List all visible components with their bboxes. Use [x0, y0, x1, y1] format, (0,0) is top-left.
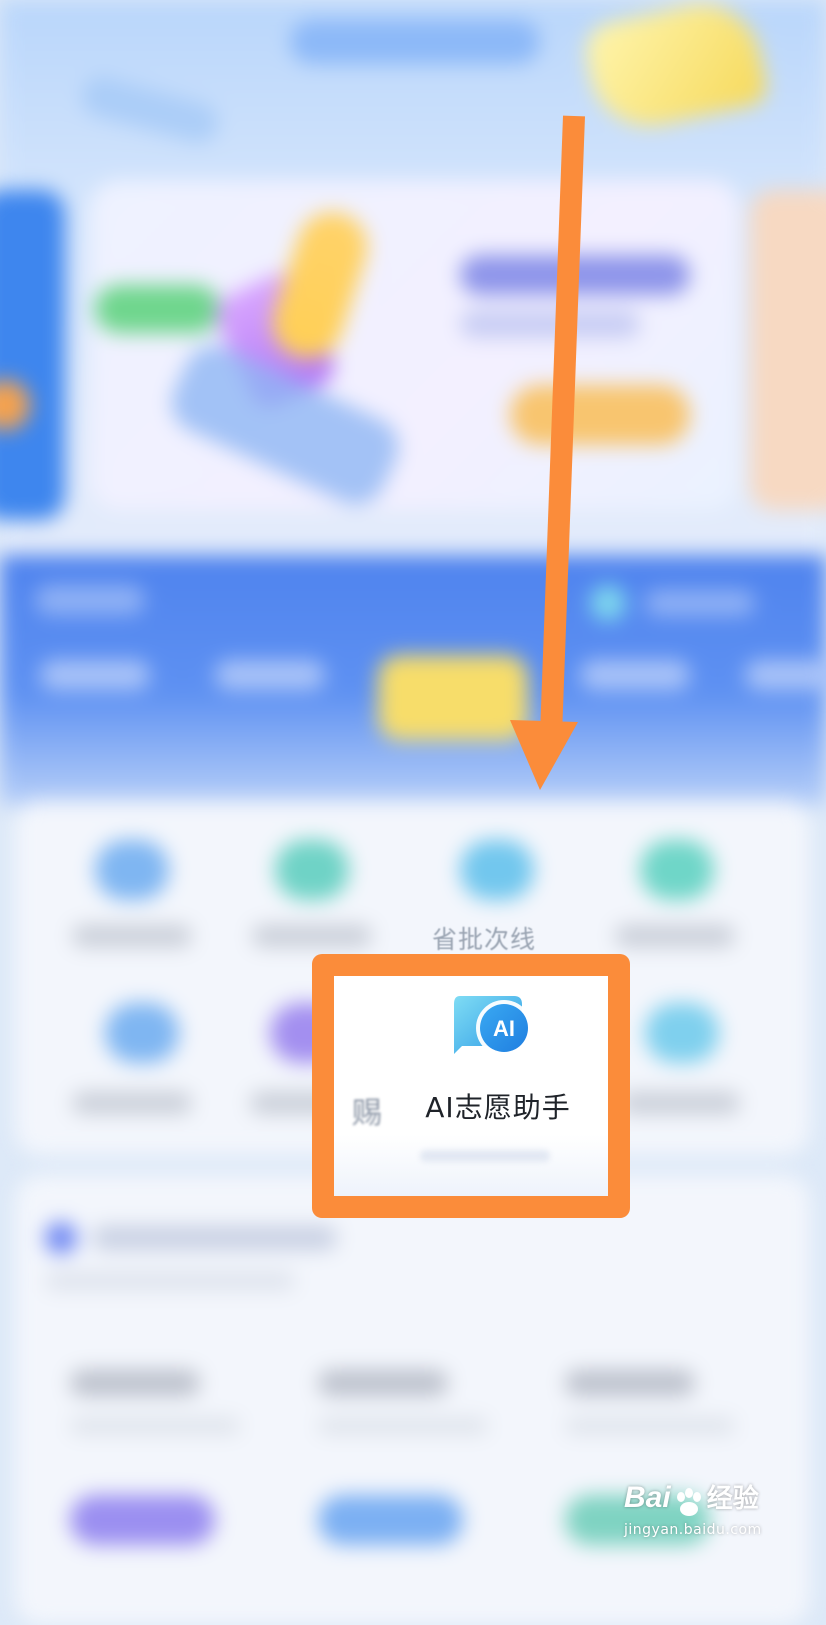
watermark-url: jingyan.baidu.com	[624, 1521, 762, 1538]
grid-item-4-label	[615, 925, 735, 947]
tab-5[interactable]	[745, 660, 826, 690]
banner-decoration-green	[95, 285, 220, 333]
banner-subline-shape	[460, 310, 640, 338]
grid-item-2-icon[interactable]	[275, 840, 349, 900]
baidu-paw-icon	[676, 1487, 701, 1516]
banner-cta-button[interactable]	[510, 385, 690, 445]
grid-item-3-label: 省批次线	[432, 925, 537, 954]
highlight-frame	[312, 954, 630, 1218]
score-label[interactable]	[645, 590, 755, 616]
score-icon	[590, 585, 626, 621]
tab-1[interactable]	[40, 660, 150, 690]
banner-prev-slide[interactable]	[0, 190, 65, 520]
grid-item-5-icon[interactable]	[105, 1003, 179, 1063]
grid-item-4-icon[interactable]	[640, 840, 714, 900]
recommend-col-2-sub	[318, 1418, 488, 1434]
recommend-col-1-title	[70, 1370, 200, 1396]
tab-active[interactable]	[378, 655, 528, 740]
recommend-col-3-sub	[565, 1418, 735, 1434]
grid-item-8-icon[interactable]	[645, 1003, 719, 1063]
grid-item-1-icon[interactable]	[95, 840, 169, 900]
banner-card[interactable]	[90, 180, 740, 510]
recommend-col-1-button[interactable]	[70, 1495, 215, 1545]
grid-item-3-icon[interactable]	[460, 840, 534, 900]
banner-next-slide[interactable]	[750, 190, 826, 510]
baidu-watermark: Bai 经验 jingyan.baidu.com	[624, 1478, 784, 1538]
watermark-brand: Bai	[624, 1481, 671, 1514]
grid-item-8-label	[620, 1092, 740, 1114]
recommend-col-2-button[interactable]	[318, 1495, 463, 1545]
region-selector[interactable]	[35, 585, 145, 615]
recommend-icon	[45, 1222, 77, 1254]
grid-item-2-label	[252, 925, 372, 947]
blurred-background	[0, 0, 826, 1625]
grid-item-5-label	[72, 1092, 192, 1114]
grid-item-1-label	[72, 925, 192, 947]
watermark-brand-suffix: 经验	[706, 1484, 759, 1514]
recommend-subtitle	[45, 1272, 295, 1290]
tab-4[interactable]	[580, 660, 690, 690]
tab-2[interactable]	[215, 660, 325, 690]
recommend-col-2-title	[318, 1370, 448, 1396]
recommend-col-3-title	[565, 1370, 695, 1396]
recommend-col-1-sub	[70, 1418, 240, 1434]
banner-headline-shape	[460, 255, 690, 295]
banner-title-shape	[290, 20, 540, 64]
recommend-title	[92, 1226, 337, 1250]
